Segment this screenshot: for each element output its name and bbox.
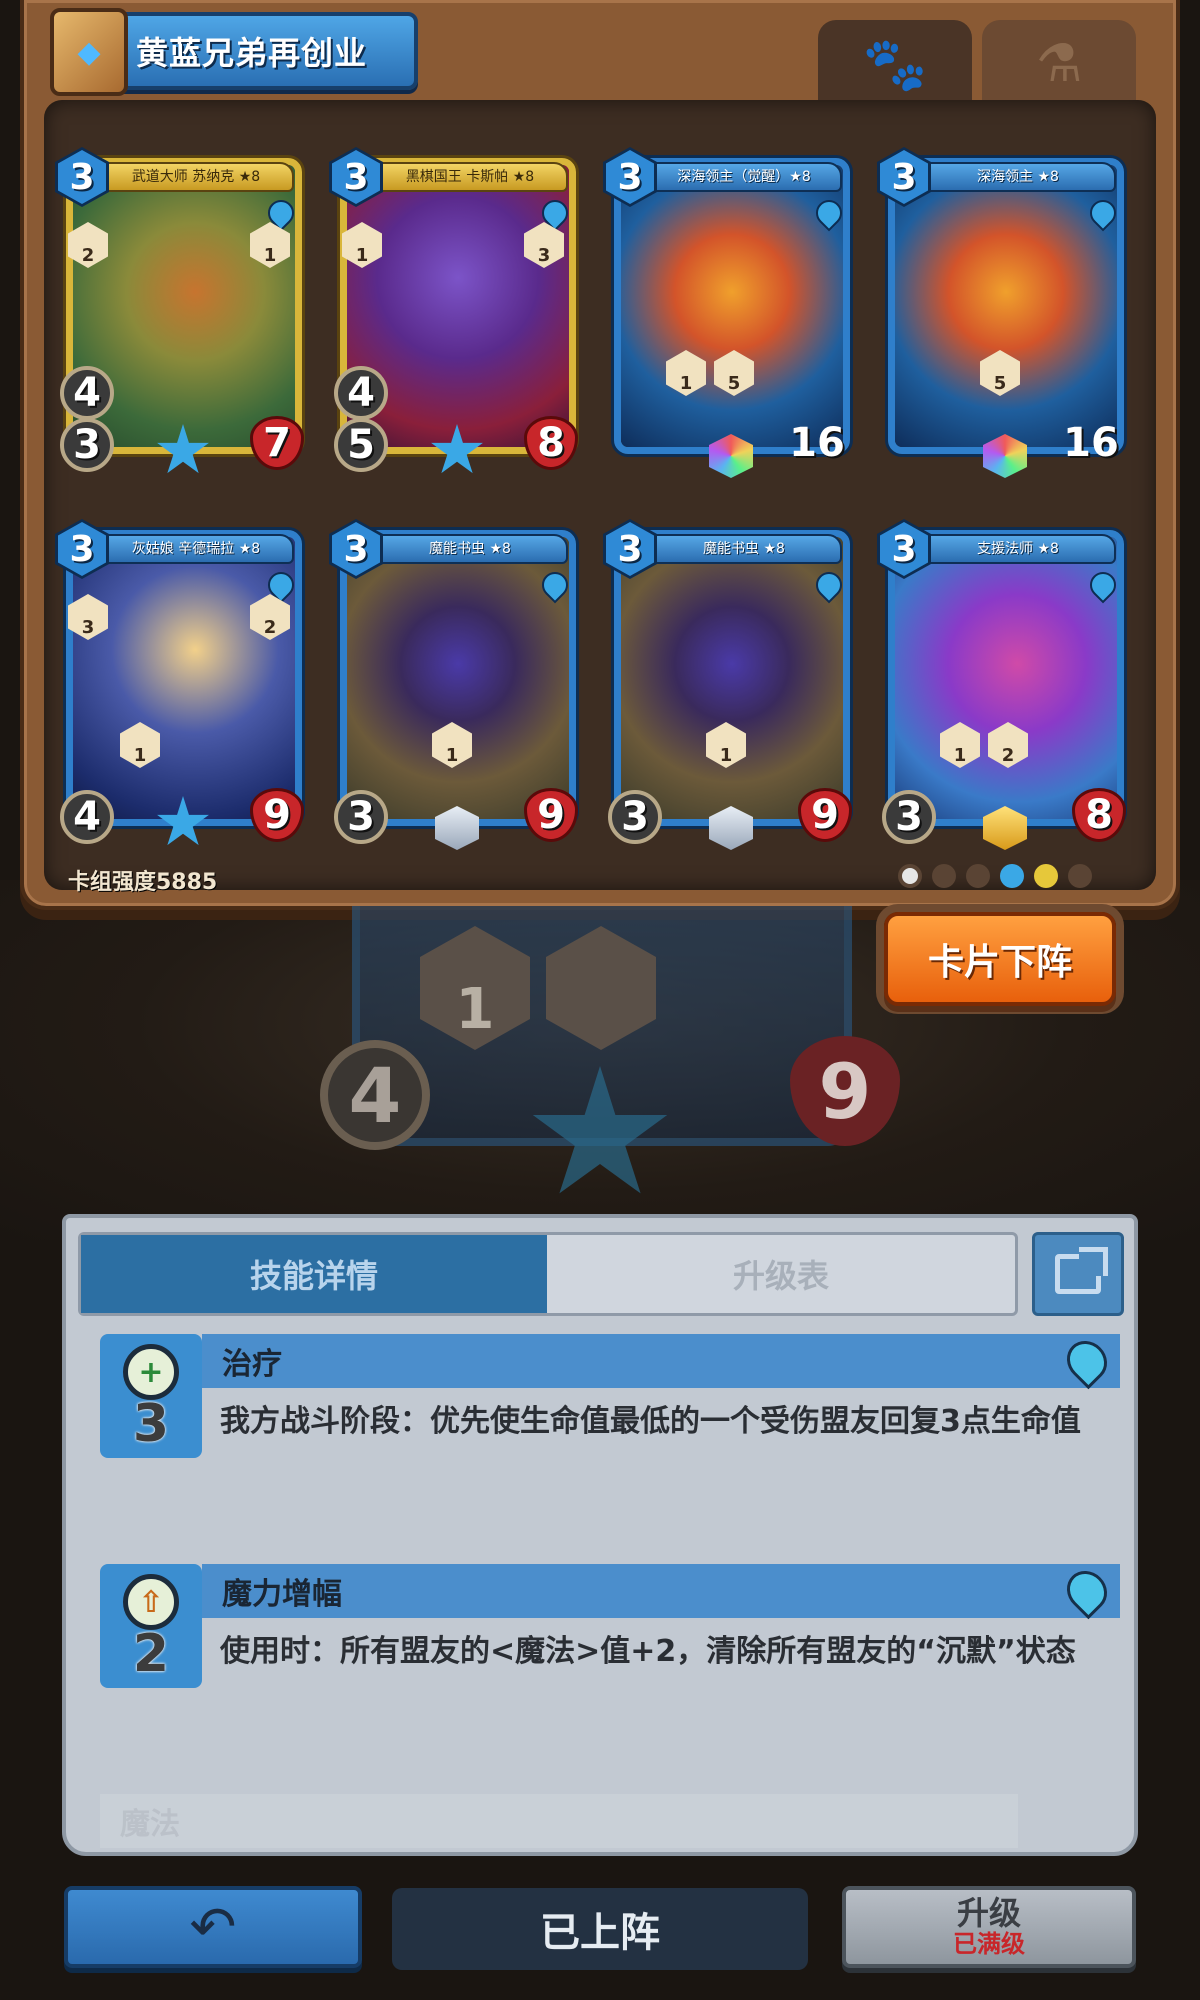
skill-name: 魔法 [100,1794,1018,1848]
card-health: 7 [250,416,304,470]
card-name: 武道大师 苏纳克 ★8 [98,162,294,192]
card-frame [340,530,576,826]
card-art [347,537,569,819]
deployed-status: 已上阵 [392,1888,808,1970]
card-frame [888,158,1124,454]
deck-title-banner[interactable]: ◆ 黄蓝兄弟再创业 [50,8,418,96]
selected-card-preview: 1 4 9 [320,906,900,1194]
skill-level: 2 [132,1624,170,1684]
share-button[interactable] [1032,1232,1124,1316]
card-attack: 3 [60,418,114,472]
upgrade-label: 升级 [956,1894,1021,1932]
skill-name: 治疗 [202,1332,1120,1390]
card-grid: 武道大师 苏纳克 ★8 3 2 1 4 3 7 黑棋国王 卡斯帕 ★8 3 1 3 4 5 8 深海领主（觉… [55,147,1148,860]
card-art [73,537,295,819]
card-health: 9 [798,788,852,842]
card-health: 16 [789,420,845,466]
deck-card[interactable]: 灰姑娘 辛德瑞拉 ★8 3 3 2 1 4 9 [55,519,308,852]
card-health: 16 [1063,420,1119,466]
card-frame [66,530,302,826]
magic-boost-skill-icon: ⇧ 2 [100,1564,202,1688]
card-art [621,165,843,447]
potion-icon: ⚗ [1035,34,1083,94]
card-frame [888,530,1124,826]
external-link-icon [1055,1247,1108,1294]
deck-card[interactable]: 武道大师 苏纳克 ★8 3 2 1 4 3 7 [55,147,308,480]
unequip-card-button[interactable]: 卡片下阵 [884,912,1116,1006]
skill-tabs: 技能详情 升级表 [78,1232,1018,1316]
filter-flame-icon[interactable] [1068,864,1092,888]
deck-title: 黄蓝兄弟再创业 [136,34,368,72]
deck-card[interactable]: 魔能书虫 ★8 3 1 3 9 [603,519,856,852]
filter-wind-icon[interactable] [1034,864,1058,888]
card-frame [614,158,850,454]
tab-beast[interactable]: 🐾 [818,20,972,108]
tab-skill-details[interactable]: 技能详情 [81,1235,547,1313]
card-name: 支援法师 ★8 [920,534,1116,564]
card-health: 8 [524,416,578,470]
card-attack: 3 [882,790,936,844]
paw-icon: 🐾 [862,34,928,95]
tab-potion[interactable]: ⚗ [982,20,1136,108]
card-health: 9 [250,788,304,842]
water-element-icon [1058,1332,1116,1390]
card-art [621,537,843,819]
skill-name: 魔力增幅 [202,1562,1120,1620]
card-name: 灰姑娘 辛德瑞拉 ★8 [98,534,294,564]
card-name: 魔能书虫 ★8 [372,534,568,564]
heal-skill-icon: + 3 [100,1334,202,1458]
card-art [895,165,1117,447]
filter-fire-icon[interactable] [966,864,990,888]
deck-card[interactable]: 魔能书虫 ★8 3 1 3 9 [329,519,582,852]
back-arrow-icon: ↶ [189,1894,237,1960]
card-attack: 3 [334,790,388,844]
skill-level: 3 [132,1394,170,1454]
preview-attack: 4 [320,1040,430,1150]
deck-card[interactable]: 深海领主（觉醒）★8 3 1 5 16 [603,147,856,480]
deck-book-icon: ◆ [50,8,128,96]
skill-panel: 技能详情 升级表 + 3 治疗 我方战斗阶段：优先使生命值最低的一个受伤盟友回复… [62,1214,1138,1856]
card-name: 深海领主 ★8 [920,162,1116,192]
element-filter [898,864,1092,888]
tab-upgrade-table[interactable]: 升级表 [547,1235,1015,1313]
deck-card[interactable]: 深海领主 ★8 3 5 16 [877,147,1130,480]
upgrade-button[interactable]: 升级 已满级 [842,1886,1136,1968]
max-level-label: 已满级 [953,1930,1025,1958]
card-art [895,537,1117,819]
card-name: 黑棋国王 卡斯帕 ★8 [372,162,568,192]
card-frame [614,530,850,826]
card-attack-alt: 4 [334,366,388,420]
water-element-icon [1058,1562,1116,1620]
filter-water-icon[interactable] [1000,864,1024,888]
deck-card[interactable]: 支援法师 ★8 3 1 2 3 8 [877,519,1130,852]
card-attack: 5 [334,418,388,472]
deck-card[interactable]: 黑棋国王 卡斯帕 ★8 3 1 3 4 5 8 [329,147,582,480]
card-attack: 4 [60,790,114,844]
card-attack: 3 [608,790,662,844]
card-health: 9 [524,788,578,842]
card-health: 8 [1072,788,1126,842]
filter-beast-icon[interactable] [932,864,956,888]
back-button[interactable]: ↶ [64,1886,362,1968]
filter-all-icon[interactable] [898,864,922,888]
card-name: 深海领主（觉醒）★8 [646,162,842,192]
card-attack-alt: 4 [60,366,114,420]
skill-description: 我方战斗阶段：优先使生命值最低的一个受伤盟友回复3点生命值 [220,1404,1081,1439]
card-name: 魔能书虫 ★8 [646,534,842,564]
deck-strength: 卡组强度5885 [68,870,218,895]
skill-description: 使用时：所有盟友的<魔法>值+2，清除所有盟友的“沉默”状态 [220,1634,1076,1669]
